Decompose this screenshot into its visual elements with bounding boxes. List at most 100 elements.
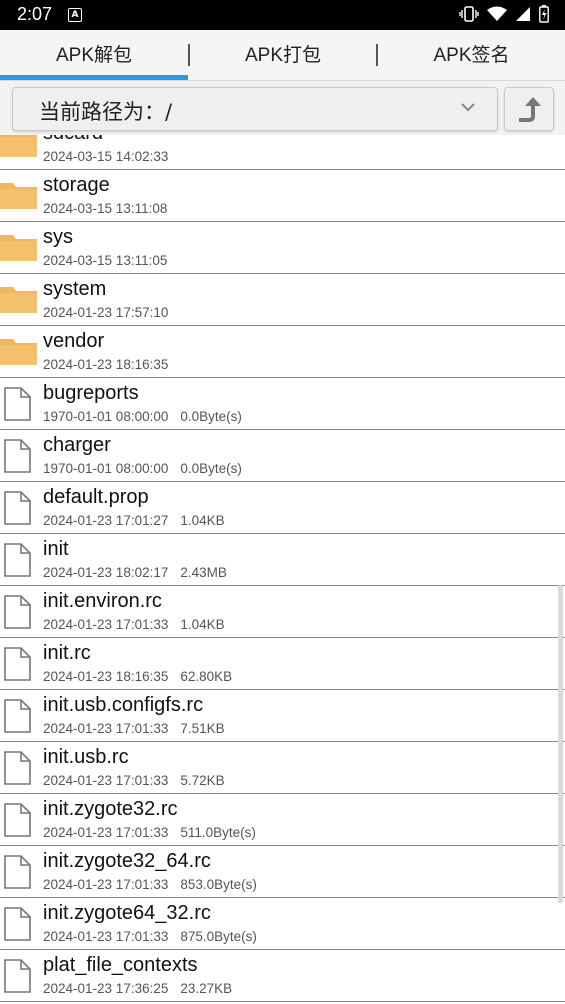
file-size: 1.04KB (180, 513, 225, 528)
file-name: bugreports (43, 382, 139, 404)
file-name: charger (43, 434, 111, 456)
wifi-icon (487, 6, 507, 21)
file-size: 1.04KB (180, 617, 225, 632)
file-date: 2024-01-23 17:01:33 (43, 773, 169, 788)
file-row[interactable]: charger 1970-01-01 08:00:00 0.0Byte(s) (0, 430, 565, 482)
file-meta: 2024-01-23 17:01:33 5.72KB (43, 773, 225, 788)
file-size: 853.0Byte(s) (180, 877, 257, 892)
file-meta: 2024-01-23 17:01:33 7.51KB (43, 721, 225, 736)
folder-icon (0, 283, 37, 317)
file-meta: 2024-01-23 17:36:25 23.27KB (43, 981, 232, 996)
file-size: 0.0Byte(s) (180, 461, 242, 476)
file-date: 2024-01-23 17:01:33 (43, 617, 169, 632)
file-date: 1970-01-01 08:00:00 (43, 461, 169, 476)
folder-row[interactable]: sys 2024-03-15 13:11:05 (0, 222, 565, 274)
file-name: storage (43, 174, 110, 196)
file-size: 0.0Byte(s) (180, 409, 242, 424)
file-size: 511.0Byte(s) (180, 825, 256, 840)
file-date: 2024-03-15 13:11:05 (43, 253, 168, 268)
file-date: 2024-03-15 13:11:08 (43, 201, 168, 216)
notification-icon: A (68, 8, 82, 22)
file-icon (0, 439, 33, 477)
current-path-label: 当前路径为：/ (39, 100, 173, 124)
file-list: sdcard 2024-03-15 14:02:33 storage 2024-03-… (0, 135, 565, 1004)
file-date: 2024-01-23 17:01:33 (43, 721, 169, 736)
file-row[interactable]: plat_file_contexts 2024-01-23 17:36:25 23.… (0, 950, 565, 1002)
file-row[interactable]: init.zygote64_32.rc 2024-01-23 17:01:33 87… (0, 898, 565, 950)
file-icon (0, 855, 33, 893)
file-icon (0, 907, 33, 945)
file-date: 2024-01-23 17:01:27 (43, 513, 169, 528)
folder-icon (0, 135, 37, 161)
file-row[interactable]: init.rc 2024-01-23 18:16:35 62.80KB (0, 638, 565, 690)
file-date: 2024-01-23 17:36:25 (43, 981, 169, 996)
file-name: vendor (43, 330, 105, 352)
folder-row[interactable]: storage 2024-03-15 13:11:08 (0, 170, 565, 222)
file-row[interactable]: bugreports 1970-01-01 08:00:00 0.0Byte(s) (0, 378, 565, 430)
file-meta: 2024-01-23 17:01:33 875.0Byte(s) (43, 929, 257, 944)
file-meta: 2024-01-23 17:01:27 1.04KB (43, 513, 225, 528)
folder-row[interactable]: vendor 2024-01-23 18:16:35 (0, 326, 565, 378)
go-up-button[interactable] (504, 87, 554, 131)
file-row[interactable]: init 2024-01-23 18:02:17 2.43MB (0, 534, 565, 586)
file-name: sys (43, 226, 73, 248)
file-icon (0, 387, 33, 425)
vibrate-icon (459, 6, 479, 22)
file-row[interactable]: init.usb.configfs.rc 2024-01-23 17:01:33 7… (0, 690, 565, 742)
tab-apk-unpack[interactable]: APK解包 (0, 30, 188, 80)
file-size: 23.27KB (180, 981, 233, 996)
file-date: 2024-01-23 18:16:35 (43, 669, 169, 684)
file-meta: 2024-01-23 17:01:33 853.0Byte(s) (43, 877, 257, 892)
status-icons (459, 5, 549, 23)
file-row[interactable]: default.prop 2024-01-23 17:01:27 1.04KB (0, 482, 565, 534)
folder-icon (0, 335, 37, 369)
folder-icon (0, 231, 37, 265)
file-size: 2.43MB (180, 565, 227, 580)
file-icon (0, 803, 33, 841)
file-size: 62.80KB (180, 669, 233, 684)
tab-apk-pack[interactable]: APK打包 (190, 30, 376, 80)
file-size: 7.51KB (180, 721, 225, 736)
file-meta: 2024-01-23 18:16:35 (43, 357, 180, 372)
file-date: 2024-01-23 17:01:33 (43, 877, 169, 892)
file-icon (0, 543, 33, 581)
chevron-down-icon (461, 103, 475, 112)
file-list-inner: sdcard 2024-03-15 14:02:33 storage 2024-03-… (0, 135, 565, 1002)
scrollbar[interactable] (558, 585, 563, 903)
file-date: 2024-01-23 18:16:35 (43, 357, 169, 372)
file-date: 2024-01-23 17:01:33 (43, 825, 169, 840)
folder-row[interactable]: sdcard 2024-03-15 14:02:33 (0, 135, 565, 170)
file-name: plat_file_contexts (43, 954, 198, 976)
file-icon (0, 699, 33, 737)
file-icon (0, 959, 33, 997)
folder-icon (0, 179, 37, 213)
file-row[interactable]: init.zygote32_64.rc 2024-01-23 17:01:33 85… (0, 846, 565, 898)
file-meta: 2024-01-23 17:57:10 (43, 305, 180, 320)
file-date: 2024-01-23 17:01:33 (43, 929, 169, 944)
folder-row[interactable]: system 2024-01-23 17:57:10 (0, 274, 565, 326)
file-meta: 2024-01-23 17:01:33 511.0Byte(s) (43, 825, 256, 840)
tab-apk-sign[interactable]: APK签名 (378, 30, 565, 80)
path-bar: 当前路径为：/ (0, 81, 565, 135)
file-meta: 2024-03-15 13:11:05 (43, 253, 179, 268)
file-meta: 2024-03-15 13:11:08 (43, 201, 179, 216)
file-name: init.zygote32.rc (43, 798, 178, 820)
file-name: init.usb.rc (43, 746, 129, 768)
file-size: 875.0Byte(s) (180, 929, 257, 944)
file-row[interactable]: init.environ.rc 2024-01-23 17:01:33 1.04KB (0, 586, 565, 638)
signal-icon (516, 7, 530, 21)
path-dropdown[interactable]: 当前路径为：/ (12, 87, 498, 131)
file-name: default.prop (43, 486, 149, 508)
file-date: 1970-01-01 08:00:00 (43, 409, 169, 424)
file-row[interactable]: init.zygote32.rc 2024-01-23 17:01:33 511.0… (0, 794, 565, 846)
file-name: sdcard (43, 135, 103, 145)
file-meta: 2024-01-23 17:01:33 1.04KB (43, 617, 225, 632)
file-name: init.zygote32_64.rc (43, 850, 211, 872)
file-row[interactable]: init.usb.rc 2024-01-23 17:01:33 5.72KB (0, 742, 565, 794)
file-date: 2024-03-15 14:02:33 (43, 149, 169, 164)
file-date: 2024-01-23 17:57:10 (43, 305, 169, 320)
file-date: 2024-01-23 18:02:17 (43, 565, 169, 580)
file-icon (0, 751, 33, 789)
file-icon (0, 595, 33, 633)
file-name: init.usb.configfs.rc (43, 694, 204, 716)
